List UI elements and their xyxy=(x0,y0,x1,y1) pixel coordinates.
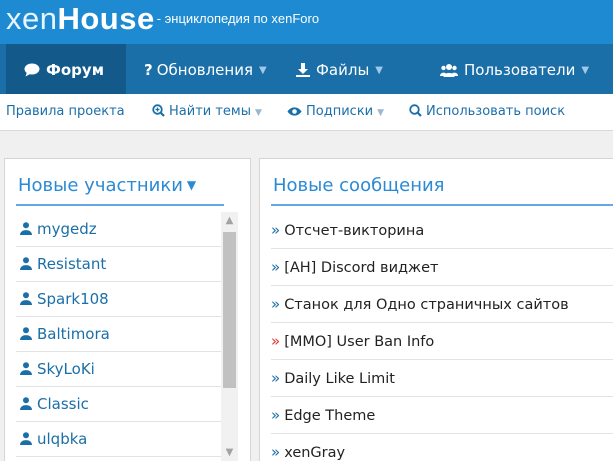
post-item[interactable]: » [MMO] User Ban Info xyxy=(271,323,613,360)
link-subscriptions-label: Подписки xyxy=(306,104,374,119)
post-title: xenGray xyxy=(284,445,346,461)
scroll-up-icon[interactable]: ▲ xyxy=(221,212,238,229)
post-item[interactable]: » [AH] Discord виджет xyxy=(271,249,613,286)
post-item[interactable]: » xenGray xyxy=(271,434,613,461)
main-navbar: Форум ? Обновления ▼ Файлы ▼ Пользователи ▼ xyxy=(0,44,613,94)
member-name: Spark108 xyxy=(37,290,109,308)
double-chevron-icon: » xyxy=(271,221,281,239)
double-chevron-icon: » xyxy=(271,258,281,276)
new-members-title[interactable]: Новые участники ▼ xyxy=(18,175,196,196)
link-subscriptions[interactable]: Подписки ▼ xyxy=(287,94,384,130)
post-item[interactable]: » Edge Theme xyxy=(271,397,613,434)
users-icon xyxy=(440,64,458,77)
member-item[interactable]: Baltimora xyxy=(16,317,221,352)
double-chevron-icon: » xyxy=(271,295,281,313)
link-project-rules[interactable]: Правила проекта xyxy=(6,94,125,130)
site-header: xenHouse - энциклопедия по xenForo xyxy=(0,0,613,44)
site-tagline: - энциклопедия по xenForo xyxy=(156,11,320,26)
link-project-rules-label: Правила проекта xyxy=(6,104,125,119)
link-use-search[interactable]: Использовать поиск xyxy=(409,94,565,130)
post-item[interactable]: » Отсчет-викторина xyxy=(271,212,613,249)
tab-users-label: Пользователи xyxy=(464,61,576,79)
chat-bubble-icon xyxy=(24,63,40,77)
site-logo[interactable]: xenHouse - энциклопедия по xenForo xyxy=(6,1,319,37)
post-title: Edge Theme xyxy=(284,408,376,424)
link-use-search-label: Использовать поиск xyxy=(426,104,566,119)
post-list: » Отсчет-викторина » [AH] Discord виджет »… xyxy=(271,212,613,461)
user-icon xyxy=(20,222,32,235)
post-title: Отсчет-викторина xyxy=(284,223,425,239)
user-icon xyxy=(20,397,32,410)
user-icon xyxy=(20,327,32,340)
member-item[interactable]: Classic xyxy=(16,387,221,422)
scroll-down-icon[interactable]: ▼ xyxy=(221,444,238,461)
post-title: Станок для Одно страничных сайтов xyxy=(284,297,569,313)
scrollbar-thumb[interactable] xyxy=(223,232,236,388)
chevron-down-icon: ▼ xyxy=(255,108,262,118)
new-posts-title-text: Новые сообщения xyxy=(273,175,445,196)
member-item[interactable]: Spark108 xyxy=(16,282,221,317)
post-item[interactable]: » Станок для Одно страничных сайтов xyxy=(271,286,613,323)
member-item[interactable]: ulqbka xyxy=(16,422,221,457)
caret-down-icon: ▼ xyxy=(186,178,197,192)
tab-files-label: Файлы xyxy=(316,61,370,79)
search-icon xyxy=(409,104,422,117)
user-icon xyxy=(20,257,32,270)
link-find-threads-label: Найти темы xyxy=(169,104,251,119)
download-icon xyxy=(296,63,310,77)
search-plus-icon xyxy=(152,104,165,117)
chevron-down-icon: ▼ xyxy=(375,65,383,76)
new-posts-title[interactable]: Новые сообщения xyxy=(273,175,445,196)
tab-forum[interactable]: Форум xyxy=(6,44,126,94)
chevron-down-icon: ▼ xyxy=(258,65,267,76)
post-title: [AH] Discord виджет xyxy=(284,260,439,276)
member-item[interactable]: mygedz xyxy=(16,212,221,247)
post-title: Daily Like Limit xyxy=(284,371,395,387)
question-icon: ? xyxy=(144,61,153,79)
post-item[interactable]: » Daily Like Limit xyxy=(271,360,613,397)
logo-thin-text: xen xyxy=(6,1,58,36)
tab-updates[interactable]: ? Обновления ▼ xyxy=(144,44,267,94)
user-icon xyxy=(20,362,32,375)
tab-files[interactable]: Файлы ▼ xyxy=(296,44,383,94)
link-find-threads[interactable]: Найти темы ▼ xyxy=(152,94,262,130)
member-name: SkyLoKi xyxy=(37,360,95,378)
tab-forum-label: Форум xyxy=(46,61,104,79)
title-underline xyxy=(271,204,613,206)
tab-users[interactable]: Пользователи ▼ xyxy=(440,44,589,94)
member-name: Resistant xyxy=(37,255,107,273)
tab-updates-label: Обновления xyxy=(156,61,253,79)
new-members-panel: Новые участники ▼ mygedz Resistant Spark1… xyxy=(4,158,251,461)
title-underline xyxy=(16,204,224,206)
member-item[interactable]: SkyLoKi xyxy=(16,352,221,387)
member-name: ulqbka xyxy=(37,430,88,448)
member-name: Classic xyxy=(37,395,89,413)
double-chevron-icon: » xyxy=(271,443,281,461)
new-members-title-text: Новые участники xyxy=(18,175,183,196)
logo-bold-text: House xyxy=(57,1,155,36)
sub-navbar: Правила проекта Найти темы ▼ Подписки ▼ Ис… xyxy=(0,94,613,131)
user-icon xyxy=(20,292,32,305)
member-name: mygedz xyxy=(37,220,97,238)
user-icon xyxy=(20,432,32,445)
chevron-down-icon: ▼ xyxy=(377,108,385,118)
chevron-down-icon: ▼ xyxy=(581,65,590,76)
double-chevron-icon: » xyxy=(271,369,281,387)
member-list-scrollbar[interactable]: ▲ ▼ xyxy=(221,212,238,461)
member-item[interactable]: Resistant xyxy=(16,247,221,282)
new-posts-panel: Новые сообщения » Отсчет-викторина » [AH] … xyxy=(259,158,613,461)
double-chevron-icon: » xyxy=(271,406,281,424)
post-title: [MMO] User Ban Info xyxy=(284,334,435,350)
member-list: mygedz Resistant Spark108 Baltimora SkyL… xyxy=(16,212,242,461)
member-name: Baltimora xyxy=(37,325,110,343)
double-chevron-icon: » xyxy=(271,332,281,350)
eye-icon xyxy=(287,107,302,116)
